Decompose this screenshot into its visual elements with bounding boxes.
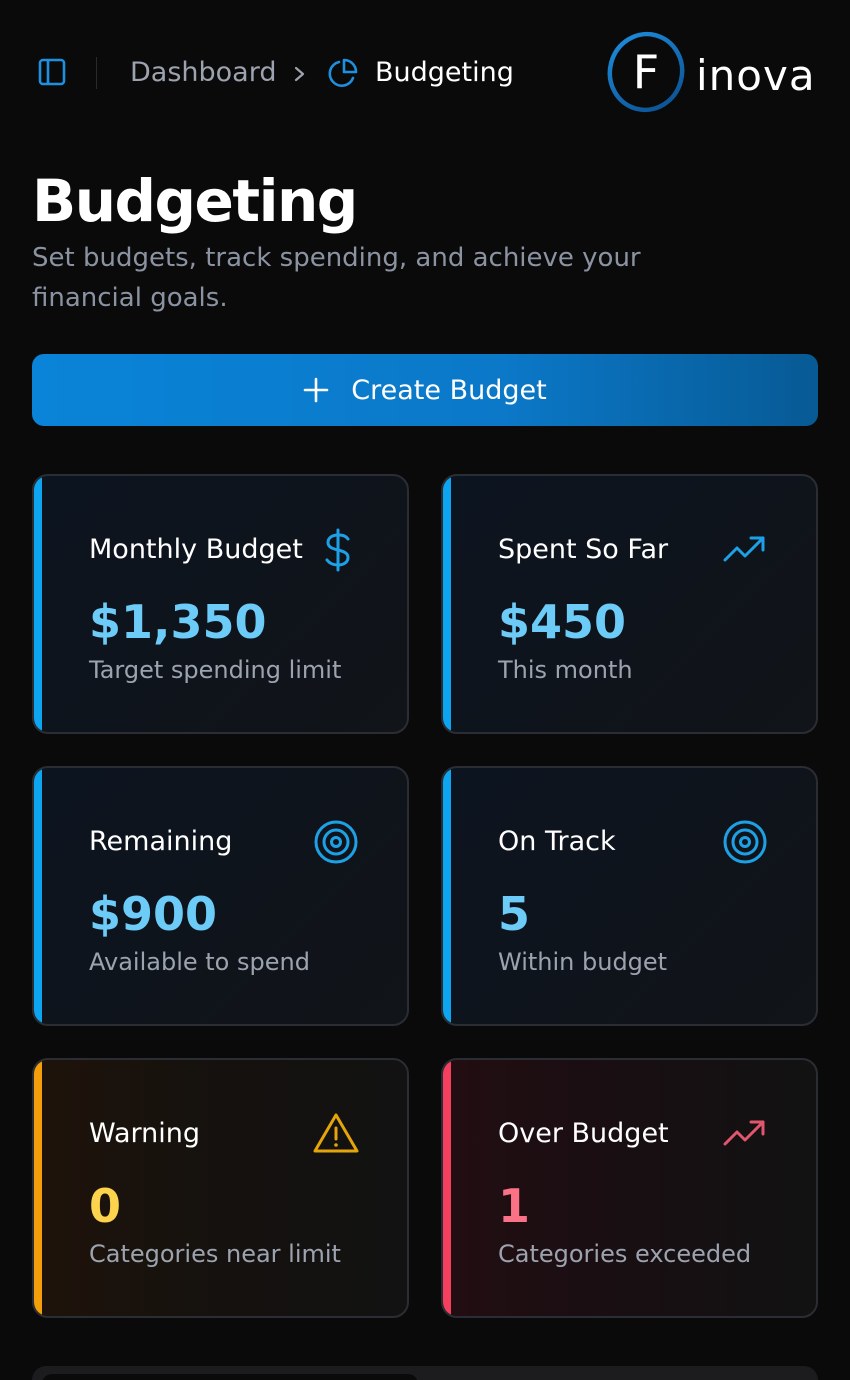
card-value: $1,350 (89, 595, 267, 649)
pie-chart-icon (328, 58, 358, 87)
brand-wordmark: inova (696, 51, 816, 100)
create-budget-button[interactable]: Create Budget (32, 354, 818, 426)
card-label: Over Budget (498, 1118, 669, 1149)
card-label: Spent So Far (498, 534, 669, 565)
card-label: Remaining (89, 826, 233, 857)
trending-up-icon (723, 536, 765, 562)
card-value: $900 (89, 887, 218, 941)
card-value: 0 (89, 1179, 122, 1233)
card-value: 1 (498, 1179, 531, 1233)
create-budget-label: Create Budget (351, 374, 547, 406)
card-accent (34, 476, 42, 732)
plus-icon (303, 377, 329, 403)
top-bar: Dashboard Budgeting F inova (0, 0, 850, 150)
stat-card-over-budget: Over Budget 1 Categories exceeded (441, 1058, 818, 1318)
card-value: 5 (498, 887, 531, 941)
card-label: On Track (498, 826, 616, 857)
stat-card-spent-so-far: Spent So Far $450 This month (441, 474, 818, 734)
card-caption: Within budget (498, 948, 668, 976)
card-caption: Categories near limit (89, 1240, 341, 1268)
target-icon (314, 820, 358, 864)
brand-logo[interactable]: F inova (604, 28, 820, 118)
card-accent (34, 1060, 42, 1316)
sidebar-toggle-icon[interactable] (36, 56, 68, 88)
svg-text:F: F (633, 45, 659, 99)
tab-bar (32, 1366, 818, 1380)
stat-card-monthly-budget: Monthly Budget $1,350 Target spending li… (32, 474, 409, 734)
page-title: Budgeting (32, 167, 358, 235)
tab-active[interactable] (42, 1374, 418, 1380)
trending-up-icon (723, 1120, 765, 1146)
card-caption: Categories exceeded (498, 1240, 752, 1268)
card-label: Warning (89, 1118, 201, 1149)
chevron-right-icon (294, 66, 305, 82)
target-icon (723, 820, 767, 864)
card-value: $450 (498, 595, 627, 649)
card-accent (443, 1060, 451, 1316)
card-label: Monthly Budget (89, 534, 303, 565)
card-accent (34, 768, 42, 1024)
card-accent (443, 476, 451, 732)
card-caption: This month (498, 656, 633, 684)
stat-card-remaining: Remaining $900 Available to spend (32, 766, 409, 1026)
breadcrumb-current: Budgeting (375, 57, 514, 88)
dollar-icon (325, 528, 350, 572)
card-accent (443, 768, 451, 1024)
card-caption: Available to spend (89, 948, 310, 976)
header-divider (96, 57, 97, 89)
card-caption: Target spending limit (89, 656, 342, 684)
stat-card-warning: Warning 0 Categories near limit (32, 1058, 409, 1318)
brand-logo-mark: F (607, 31, 685, 113)
breadcrumb-dashboard-link[interactable]: Dashboard (130, 56, 276, 90)
page-subtitle: Set budgets, track spending, and achieve… (32, 243, 641, 313)
stat-card-on-track: On Track 5 Within budget (441, 766, 818, 1026)
warning-icon (313, 1113, 359, 1153)
